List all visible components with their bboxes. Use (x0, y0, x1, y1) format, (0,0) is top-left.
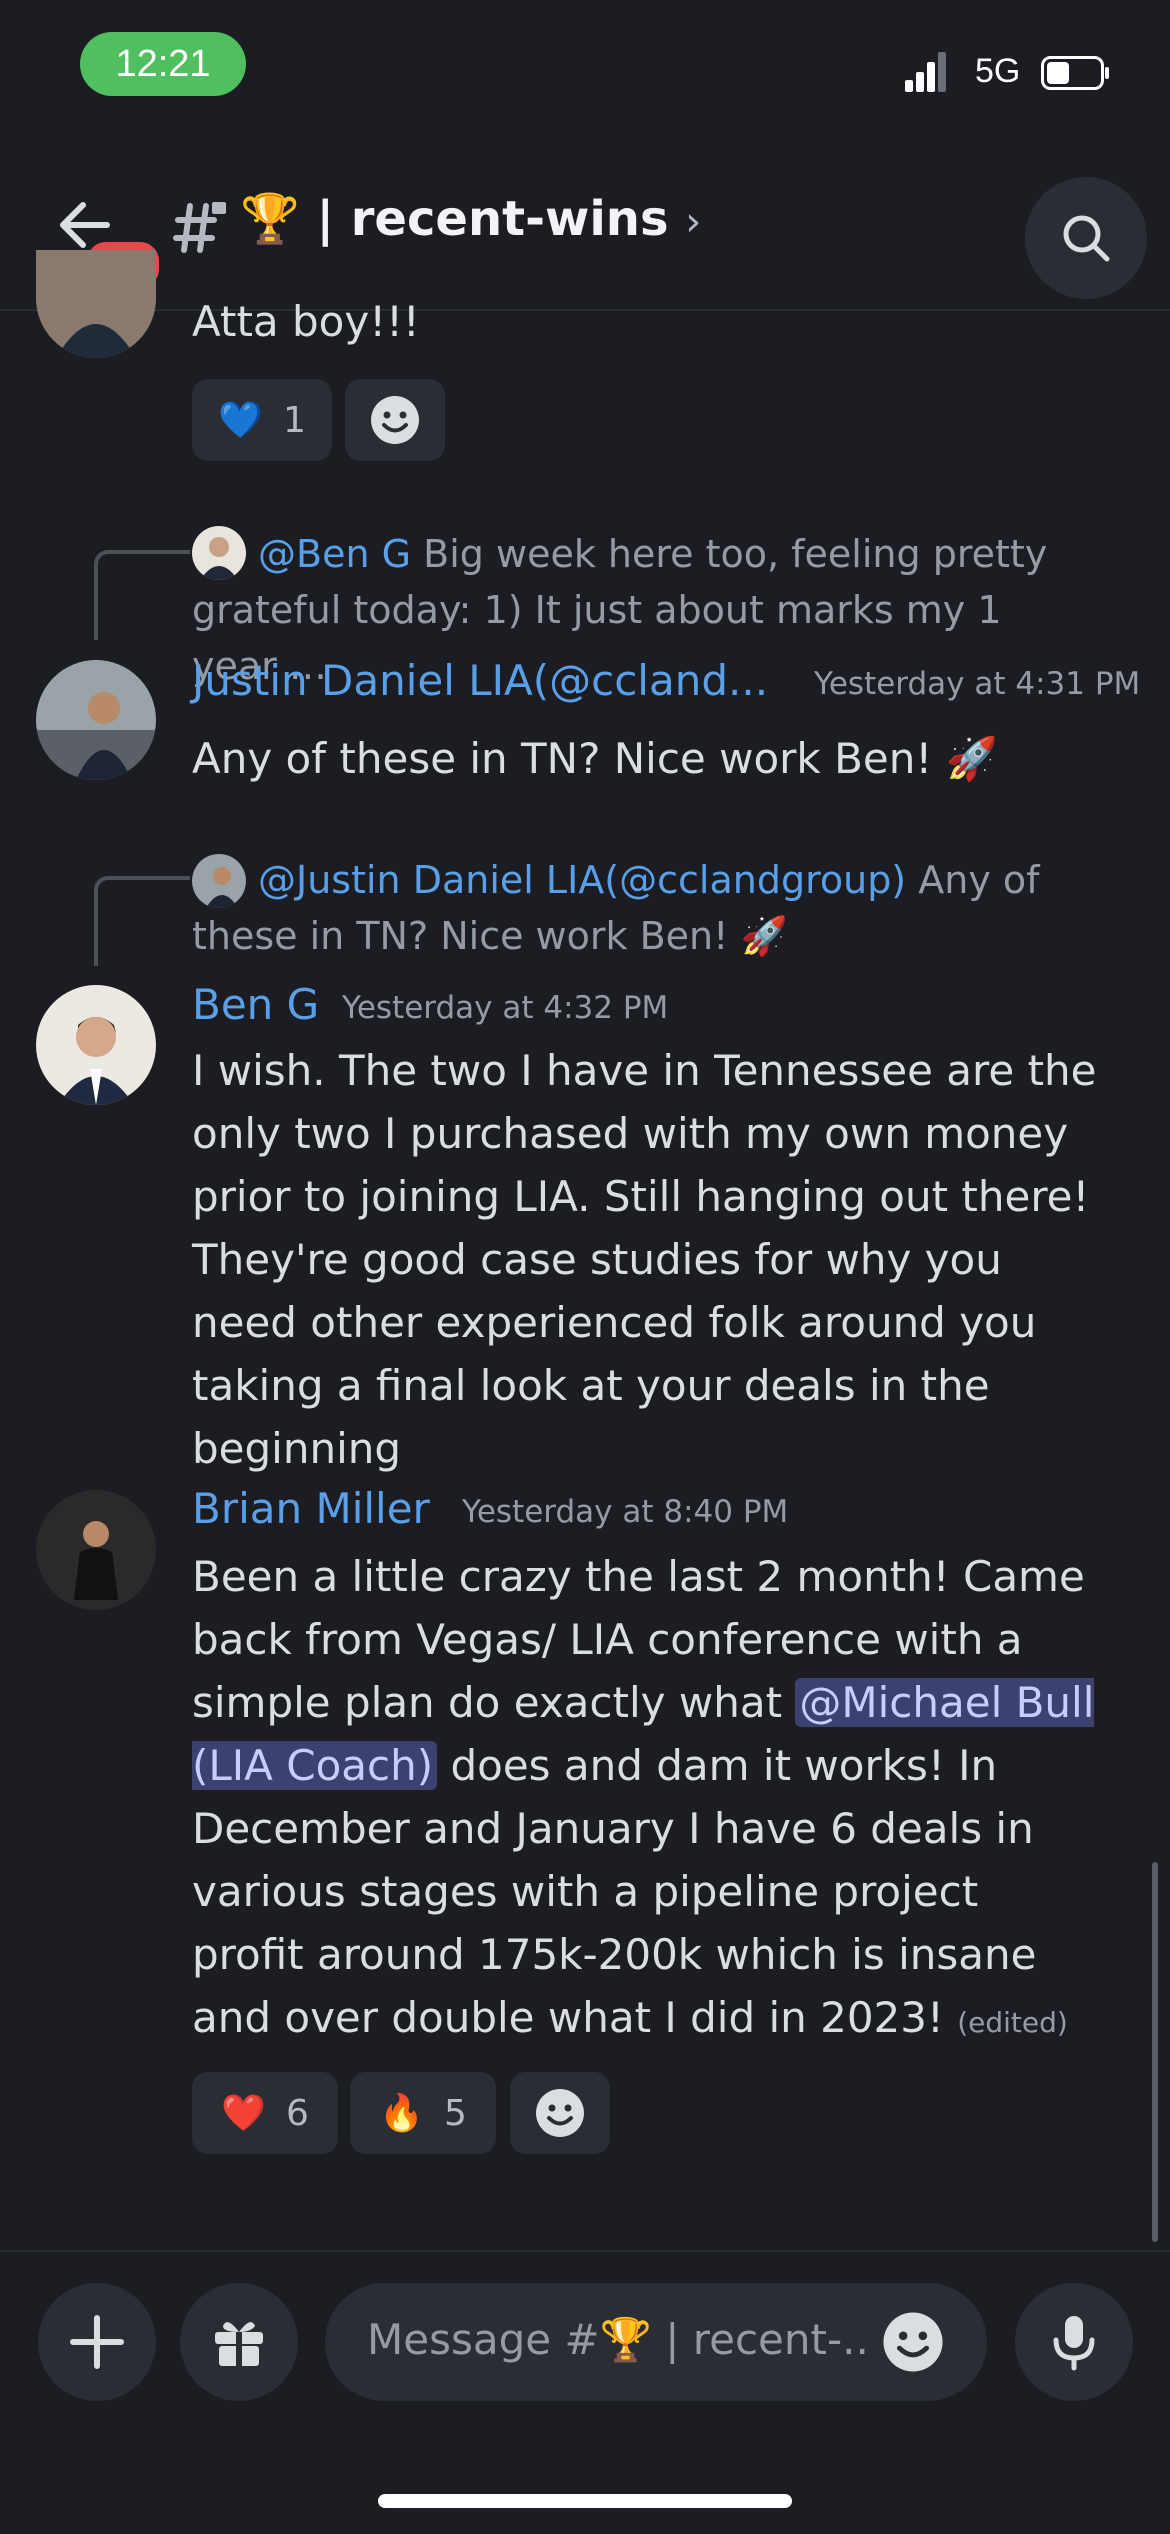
text-channel-icon (173, 202, 226, 253)
reply-connector (94, 550, 190, 640)
home-indicator[interactable] (378, 2494, 792, 2508)
add-reaction-button[interactable] (345, 379, 445, 461)
add-reaction-button[interactable] (510, 2072, 610, 2154)
reaction-count: 1 (282, 399, 306, 441)
reaction-pill[interactable]: ❤️ 6 (192, 2072, 338, 2154)
gift-icon (215, 2322, 263, 2366)
reaction-pill[interactable]: 🔥 5 (350, 2072, 496, 2154)
reply-preview[interactable]: @Justin Daniel LIA(@cclandgroup) Any of … (192, 852, 1072, 964)
reaction-pill[interactable]: 💙 1 (192, 379, 332, 461)
edited-label: (edited) (957, 2006, 1068, 2039)
message-text: Atta boy!!! (192, 297, 420, 346)
avatar[interactable] (36, 660, 156, 780)
reply-mention: @Justin Daniel LIA(@cclandgroup) (258, 858, 907, 902)
voice-message-button[interactable] (1015, 2283, 1133, 2401)
plus-icon (70, 2315, 124, 2369)
message-username[interactable]: Ben G (192, 980, 319, 1029)
avatar[interactable] (36, 985, 156, 1105)
channel-name: 🏆 | recent-wins (240, 191, 669, 247)
fire-emoji: 🔥 (379, 2093, 424, 2134)
message-text: I wish. The two I have in Tennessee are … (192, 1046, 1097, 1473)
smiley-icon (536, 2089, 584, 2137)
avatar[interactable] (36, 1490, 156, 1610)
message-username[interactable]: Brian Miller (192, 1484, 430, 1533)
status-time: 12:21 (80, 32, 246, 96)
header-divider (0, 309, 1170, 311)
add-attachment-button[interactable] (38, 2283, 156, 2401)
heart-emoji: ❤️ (221, 2093, 266, 2134)
message-placeholder: Message #🏆 | recent-.. (367, 2315, 869, 2364)
search-button[interactable] (1025, 177, 1147, 299)
reaction-count: 5 (443, 2092, 467, 2134)
avatar[interactable] (36, 250, 156, 358)
message-timestamp: Yesterday at 4:32 PM (342, 990, 669, 1026)
reply-connector (94, 876, 190, 966)
scrollbar[interactable] (1152, 1862, 1158, 2242)
microphone-icon (1053, 2316, 1095, 2371)
network-label: 5G (975, 52, 1021, 90)
search-icon (1063, 215, 1110, 262)
battery-icon (1041, 56, 1109, 90)
message-text: Been a little crazy the last 2 month! Ca… (192, 1545, 1102, 2054)
chevron-right-icon: › (685, 199, 702, 245)
emoji-picker-icon[interactable] (881, 2310, 945, 2374)
reaction-count: 6 (285, 2092, 309, 2134)
message-input[interactable]: Message #🏆 | recent-.. (325, 2283, 987, 2401)
reply-mention: @Ben G (258, 532, 412, 576)
message-timestamp: Yesterday at 8:40 PM (462, 1494, 789, 1530)
smiley-icon (371, 396, 419, 444)
channel-title[interactable]: 🏆 | recent-wins › (240, 190, 701, 247)
gift-button[interactable] (180, 2283, 298, 2401)
message-username[interactable]: Justin Daniel LIA(@ccland... (192, 656, 768, 705)
message-timestamp: Yesterday at 4:31 PM (814, 666, 1141, 702)
signal-icon (905, 52, 946, 92)
blue-heart-emoji: 💙 (218, 400, 263, 441)
message-text: Any of these in TN? Nice work Ben! 🚀 (192, 734, 998, 783)
